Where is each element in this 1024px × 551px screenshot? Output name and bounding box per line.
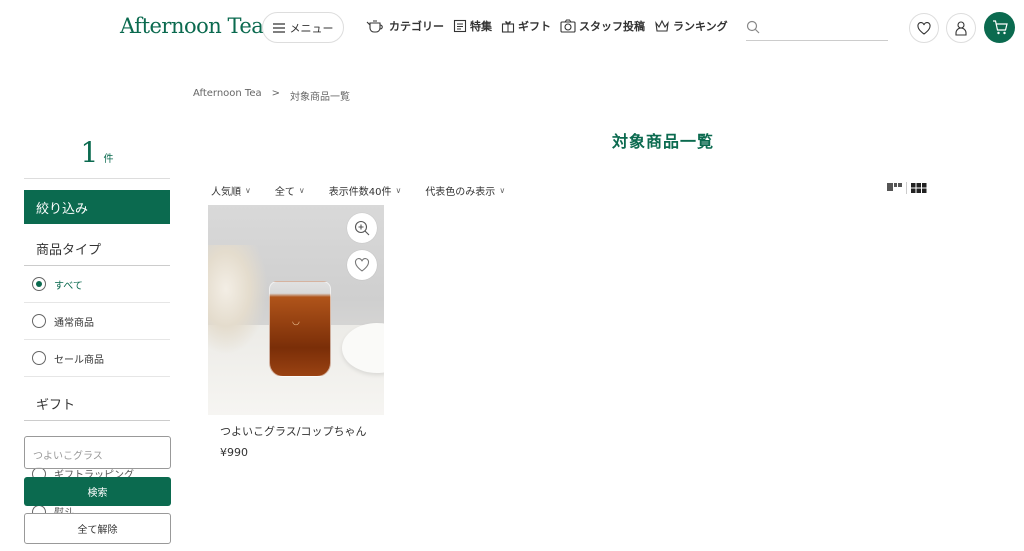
per-page-dropdown[interactable]: 表示件数40件 ∨ [329,183,402,198]
breadcrumb: Afternoon Tea > 対象商品一覧 [193,88,350,103]
favorites-button[interactable] [909,13,939,43]
result-count-number: 1 [80,136,99,169]
radio-selected-icon [32,277,46,291]
sort-dropdown[interactable]: 人気順 ∨ [211,183,251,198]
breadcrumb-separator: > [271,88,281,99]
heart-icon [917,21,931,35]
radio-product-sale[interactable]: セール商品 [24,340,170,377]
favorite-button[interactable] [347,250,377,280]
result-count-unit: 件 [103,154,114,165]
filter-dropdown[interactable]: 全て ∨ [275,183,305,198]
teapot-icon [366,20,383,33]
per-page-label: 表示件数40件 [328,187,392,198]
sort-bar: 人気順 ∨ 全て ∨ 表示件数40件 ∨ 代表色のみ表示 ∨ [211,183,505,198]
chevron-down-icon: ∨ [298,186,305,195]
nav-gift-label: ギフト [518,20,551,33]
nav-feature[interactable]: 特集 [453,18,492,34]
nav-staff-post-label: スタッフ投稿 [579,20,645,33]
search-input[interactable] [766,17,884,37]
menu-button[interactable]: メニュー [262,12,344,43]
large-grid-icon[interactable] [887,182,902,194]
user-icon [955,20,967,36]
product-price: ¥990 [220,446,248,459]
nav-ranking[interactable]: ランキング [654,18,728,34]
product-image-glass [269,281,331,377]
cart-icon [992,20,1008,35]
nav-staff-post[interactable]: スタッフ投稿 [560,18,645,34]
breadcrumb-home[interactable]: Afternoon Tea [193,88,262,103]
small-grid-icon[interactable] [911,182,927,194]
radio-label: 通常商品 [54,317,94,329]
chevron-down-icon: ∨ [499,186,506,195]
nav-feature-label: 特集 [470,20,492,33]
gift-icon [501,21,515,33]
chevron-down-icon: ∨ [245,186,251,195]
product-image[interactable]: ◡ [208,205,384,415]
header-search [746,14,888,41]
divider [24,178,170,179]
divider [906,182,907,194]
divider [24,420,170,421]
clear-all-button[interactable]: 全て解除 [24,513,171,544]
view-toggle [887,182,927,194]
hamburger-icon [272,22,285,33]
color-mode-dropdown[interactable]: 代表色のみ表示 ∨ [425,183,505,198]
nav-gift[interactable]: ギフト [501,18,551,34]
radio-product-regular[interactable]: 通常商品 [24,303,170,340]
product-image-smile: ◡ [292,317,300,327]
nav-category-label: カテゴリー [389,20,444,33]
site-header: Afternoon Tea メニュー カテゴリー 特集 ギフト スタッフ投稿 ラ… [0,0,1024,56]
filter-header: 絞り込み [24,190,170,224]
product-image-flowers [208,245,268,355]
page-title: 対象商品一覧 [611,132,714,151]
camera-icon [560,19,576,33]
product-card[interactable]: ◡ つよいこグラス/コップちゃん ¥990 [208,205,384,459]
account-button[interactable] [946,13,976,43]
gift-title: ギフト [36,398,76,413]
radio-label: セール商品 [54,354,104,366]
site-logo[interactable]: Afternoon Tea [120,14,264,38]
radio-icon [32,314,46,328]
nav-category[interactable]: カテゴリー [366,18,444,34]
cart-button[interactable] [984,12,1015,43]
radio-icon [32,351,46,365]
keyword-field[interactable]: つよいこグラス [24,436,171,469]
radio-label: すべて [54,280,83,292]
color-mode-label: 代表色のみ表示 [425,187,496,198]
result-count: 1 件 [24,136,170,169]
search-button[interactable]: 検索 [24,477,171,506]
sort-label: 人気順 [211,187,241,198]
search-icon[interactable] [746,20,760,34]
product-type-title: 商品タイプ [36,243,102,258]
menu-label: メニュー [289,21,334,35]
chevron-down-icon: ∨ [395,186,402,195]
radio-product-all[interactable]: すべて [24,266,170,303]
zoom-in-icon [354,220,370,236]
crown-icon [655,19,669,32]
breadcrumb-current: 対象商品一覧 [290,92,351,103]
product-name[interactable]: つよいこグラス/コップちゃん [208,423,384,439]
zoom-button[interactable] [347,213,377,243]
heart-icon [354,258,370,272]
nav-ranking-label: ランキング [673,20,728,33]
filter-label: 全て [274,187,295,198]
main-nav: カテゴリー 特集 ギフト スタッフ投稿 ランキング [366,18,728,34]
document-icon [453,19,467,33]
